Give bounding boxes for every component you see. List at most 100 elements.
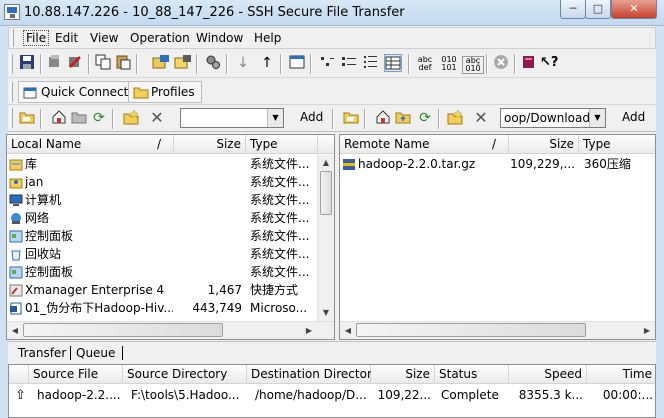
maximize-button[interactable]: □ (585, 0, 611, 19)
download-icon[interactable]: ↓ (234, 54, 252, 72)
chevron-down-icon[interactable]: ▼ (589, 109, 605, 127)
local-path-combo[interactable]: ▼ (180, 108, 284, 128)
quick-connect-button[interactable]: Quick Connect (18, 81, 136, 103)
transfer-col-time[interactable]: Time (587, 365, 655, 384)
local-file-row[interactable]: 计算机 系统文件... (7, 192, 317, 210)
file-type: 系统文件... (250, 229, 310, 243)
local-add-button[interactable]: Add (296, 108, 327, 128)
file-name: 回收站 (25, 247, 62, 261)
list-view-icon[interactable] (318, 54, 336, 72)
remote-col-name-label: Remote Name (344, 137, 430, 151)
menu-operation[interactable]: Operation (130, 31, 190, 45)
local-file-row[interactable]: jan 系统文件... (7, 174, 317, 192)
binary-mode-icon[interactable]: 010 101 (438, 56, 460, 74)
paste-icon[interactable] (114, 54, 132, 72)
local-file-row[interactable]: 库 系统文件... (7, 156, 317, 174)
scroll-left-icon[interactable]: ◀ (340, 322, 356, 339)
local-delete-icon[interactable]: ✕ (148, 109, 166, 127)
local-horizontal-scrollbar[interactable]: ◀ ▶ (7, 321, 334, 339)
local-home-icon[interactable] (50, 109, 68, 127)
help-book-icon[interactable] (520, 54, 538, 72)
app-icon[interactable] (4, 4, 20, 20)
terminal-icon[interactable] (288, 54, 306, 72)
scroll-right-icon[interactable]: ▶ (301, 322, 317, 339)
local-file-row[interactable]: 回收站 系统文件... (7, 246, 317, 264)
new-connection-icon[interactable] (152, 54, 170, 72)
local-file-row[interactable]: 01_伪分布下Hadoop-Hiv... 443,749 Microso... (7, 300, 317, 318)
whats-this-icon[interactable]: ↖? (540, 54, 558, 72)
remote-path-combo[interactable]: oop/Downloads ▼ (500, 108, 606, 128)
scroll-left-icon[interactable]: ◀ (7, 322, 23, 339)
disconnect-icon[interactable] (66, 54, 84, 72)
menu-edit[interactable]: Edit (55, 31, 78, 45)
transfer-row[interactable]: ⇧ hadoop-2.2.... F:\tools\5.Hadoo... /ho… (9, 387, 655, 405)
remote-home-icon[interactable] (374, 109, 392, 127)
remote-up-folder-icon[interactable] (342, 109, 360, 127)
local-file-row[interactable]: Xmanager Enterprise 4 1,467 快捷方式 (7, 282, 317, 300)
local-file-row[interactable]: 网络 系统文件... (7, 210, 317, 228)
local-up-folder-icon[interactable] (18, 109, 36, 127)
tab-queue[interactable]: Queue (76, 344, 115, 362)
connect-icon[interactable] (46, 54, 64, 72)
remote-new-folder-icon[interactable] (446, 109, 464, 127)
local-refresh-icon[interactable]: ⟳ (90, 109, 108, 127)
library-icon (9, 158, 23, 171)
copy-icon[interactable] (94, 54, 112, 72)
detail-view-icon[interactable] (340, 54, 358, 72)
local-vertical-scrollbar[interactable]: ▲ ▼ (317, 155, 334, 322)
local-new-folder-icon[interactable] (122, 109, 140, 127)
local-open-folder-icon[interactable] (70, 109, 88, 127)
transfer-col-status[interactable]: Status (435, 365, 509, 384)
new-sftp-icon[interactable] (174, 54, 192, 72)
menu-grip[interactable] (11, 29, 14, 47)
scroll-thumb[interactable] (320, 171, 332, 215)
transfer-col-direction[interactable] (9, 365, 29, 384)
scroll-right-icon[interactable]: ▶ (639, 322, 655, 339)
settings-icon[interactable] (204, 54, 222, 72)
upload-icon[interactable]: ↑ (258, 54, 276, 72)
transfer-col-dest-dir[interactable]: Destination Directory (247, 365, 379, 384)
ascii-mode-icon[interactable]: abc def (414, 56, 436, 74)
transfer-col-source-dir[interactable]: Source Directory (123, 365, 247, 384)
transfer-col-size[interactable]: Size (371, 365, 435, 384)
tree-view-icon[interactable] (362, 54, 380, 72)
scroll-up-icon[interactable]: ▲ (318, 155, 334, 171)
tab-transfer[interactable]: Transfer (18, 344, 66, 362)
local-file-row[interactable]: 控制面板 系统文件... (7, 228, 317, 246)
toolbar-separator (40, 54, 42, 74)
scroll-thumb[interactable] (23, 323, 223, 337)
transfer-col-source-file[interactable]: Source File (29, 365, 123, 384)
remote-add-button[interactable]: Add (618, 108, 649, 128)
remote-refresh-icon[interactable]: ⟳ (416, 109, 434, 127)
remote-file-row[interactable]: hadoop-2.2.0.tar.gz 109,229,... 360压缩 (340, 156, 655, 174)
remote-delete-icon[interactable]: ✕ (472, 109, 490, 127)
profiles-button[interactable]: Profiles (128, 81, 202, 103)
local-col-name[interactable]: Local Name / (7, 135, 174, 154)
nav-grip[interactable] (10, 108, 13, 128)
toolbar-grip[interactable] (10, 54, 13, 74)
remote-col-size[interactable]: Size (509, 135, 579, 154)
auto-mode-icon[interactable]: abç 010 (462, 56, 484, 74)
stop-icon[interactable] (492, 54, 510, 72)
quick-bar-grip[interactable] (10, 82, 13, 102)
file-size: 1,467 (207, 283, 242, 297)
scroll-thumb[interactable] (356, 323, 586, 337)
scroll-down-icon[interactable]: ▼ (318, 305, 334, 321)
grid-view-icon[interactable] (384, 54, 402, 72)
remote-col-name[interactable]: Remote Name / (340, 135, 509, 154)
minimize-button[interactable]: ─ (560, 0, 586, 19)
menu-window[interactable]: Window (196, 31, 243, 45)
save-icon[interactable] (18, 54, 36, 72)
menu-file[interactable]: File (23, 30, 50, 46)
menu-help[interactable]: Help (254, 31, 281, 45)
menu-view[interactable]: View (90, 31, 118, 45)
remote-open-folder-icon[interactable] (394, 109, 412, 127)
transfer-col-speed[interactable]: Speed (509, 365, 587, 384)
remote-horizontal-scrollbar[interactable]: ◀ ▶ (340, 321, 655, 339)
close-button[interactable]: ✕ (611, 0, 657, 19)
chevron-down-icon[interactable]: ▼ (267, 109, 283, 127)
local-col-type[interactable]: Type (246, 135, 318, 154)
remote-col-type[interactable]: Type (579, 135, 655, 154)
local-file-row[interactable]: 控制面板 系统文件... (7, 264, 317, 282)
local-col-size[interactable]: Size (174, 135, 246, 154)
